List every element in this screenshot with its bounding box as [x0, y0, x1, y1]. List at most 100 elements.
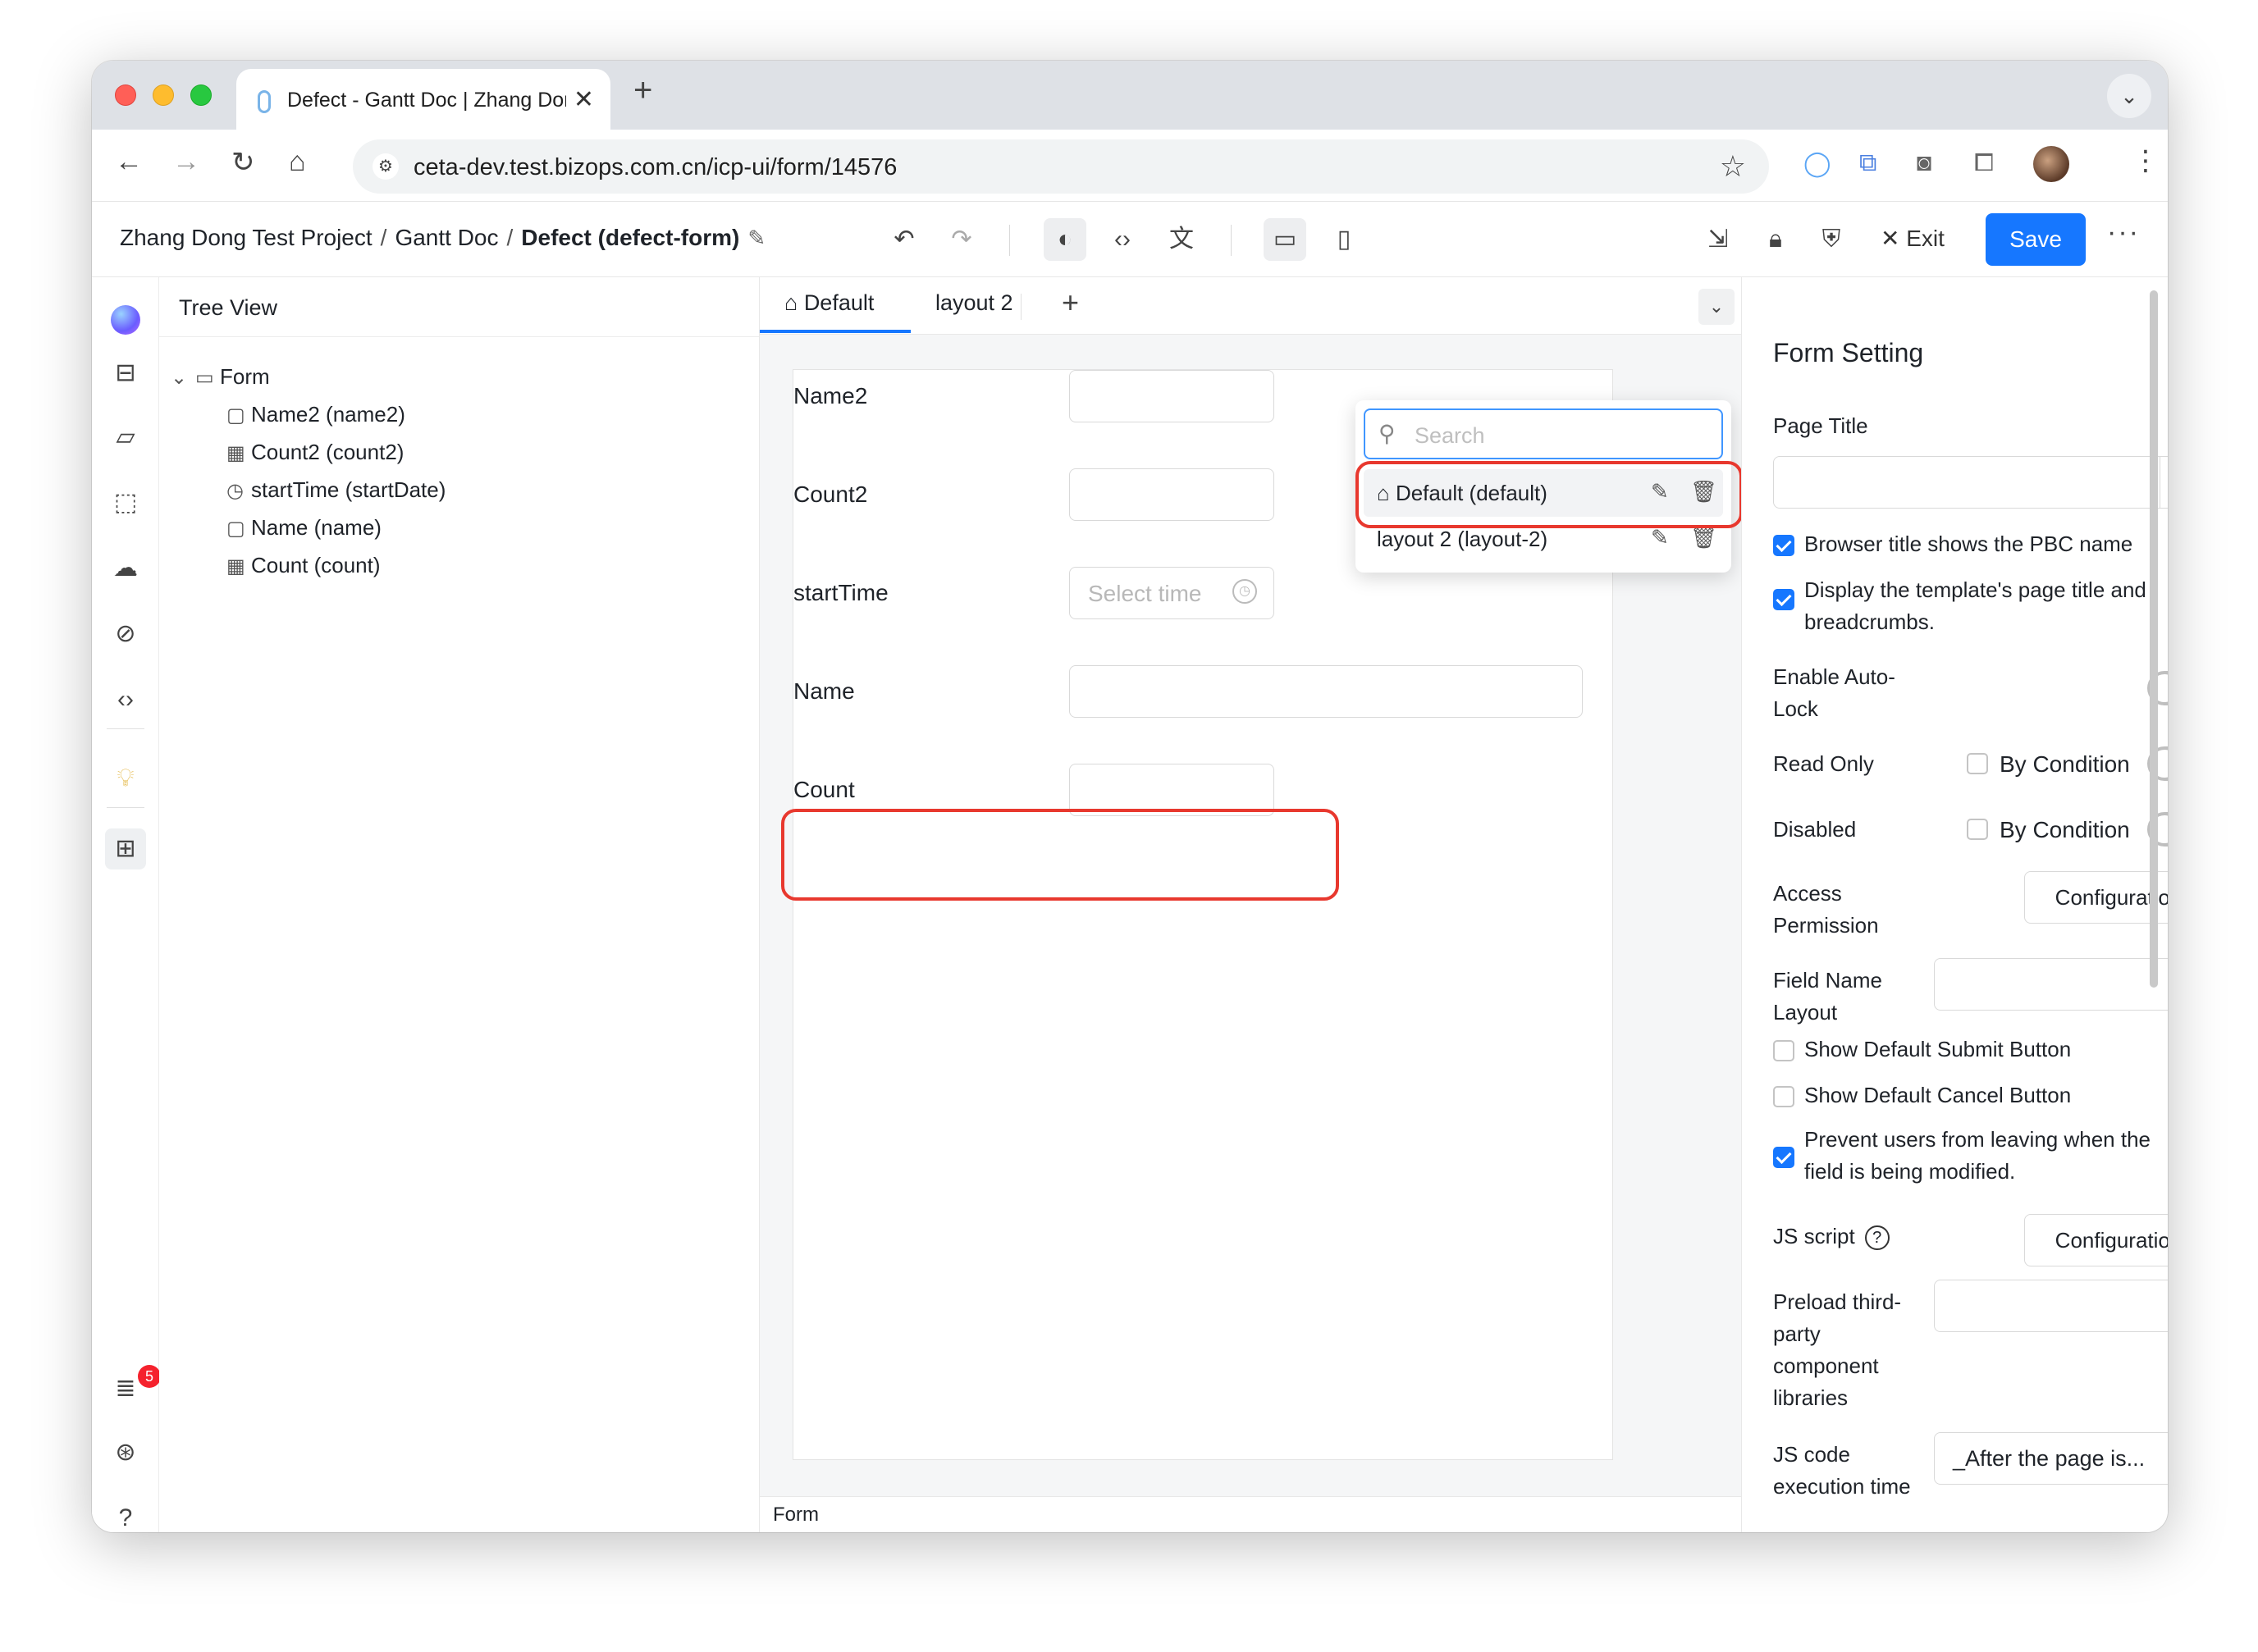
edit-pencil-icon[interactable]: ✎ [747, 226, 766, 250]
maximize-window-button[interactable] [190, 84, 212, 106]
show-cancel-checkbox[interactable] [1773, 1086, 1794, 1107]
exit-button[interactable]: ✕ Exit [1881, 225, 1945, 252]
close-window-button[interactable] [115, 84, 136, 106]
preload-libraries-select[interactable]: ⌄ [1934, 1280, 2168, 1332]
site-settings-icon[interactable]: ⚙ [373, 153, 399, 180]
js-script-configuration-button[interactable]: Configuration [2024, 1214, 2168, 1266]
selection-icon[interactable]: ⬚ [105, 482, 146, 523]
prevent-leave-label: Prevent users from leaving when the field… [1804, 1127, 2151, 1184]
globe-icon[interactable]: ⊕ [2160, 457, 2168, 508]
reload-icon[interactable]: ↻ [231, 146, 255, 179]
count2-input[interactable] [1069, 468, 1274, 521]
address-bar[interactable]: ⚙ ceta-dev.test.bizops.com.cn/icp-ui/for… [353, 139, 1769, 194]
field-label: Name2 [793, 383, 868, 408]
bookmark-star-icon[interactable]: ☆ [1720, 149, 1746, 184]
mobile-view-icon[interactable]: ▯ [1323, 218, 1365, 261]
starttime-picker[interactable]: Select time ◷ [1069, 567, 1274, 619]
layout-search-input[interactable]: ⚲ Search [1364, 408, 1723, 459]
back-icon[interactable]: ← [115, 146, 143, 178]
desktop-view-icon[interactable]: ▭ [1264, 218, 1306, 261]
minimize-window-button[interactable] [153, 84, 174, 106]
database-icon[interactable]: ≣ 5 [105, 1365, 161, 1409]
breadcrumb-project[interactable]: Zhang Dong Test Project [120, 225, 373, 250]
read-only-label: Read Only [1773, 751, 1874, 776]
tab-search-chevron-icon[interactable]: ⌄ [2107, 74, 2151, 118]
home-icon[interactable]: ⌂ [289, 146, 306, 178]
profile-avatar[interactable] [2033, 146, 2069, 182]
browser-toolbar: ← → ↻ ⌂ ⚙ ceta-dev.test.bizops.com.cn/ic… [92, 130, 2168, 202]
js-exec-time-label: JS code execution time [1773, 1442, 1911, 1499]
translate-extension-icon[interactable]: ⧉ [1859, 149, 1876, 177]
new-tab-icon[interactable]: + [633, 72, 652, 109]
theme-palette-icon[interactable]: ◐ [1044, 218, 1086, 261]
shield-icon[interactable]: ⛨ [1810, 218, 1853, 261]
name-input[interactable] [1069, 665, 1583, 718]
lock-icon[interactable]: 🔒︎ [1754, 218, 1797, 261]
layout-option-label: layout 2 (layout-2) [1377, 527, 1548, 551]
display-template-checkbox[interactable] [1773, 589, 1794, 610]
breadcrumb-doc[interactable]: Gantt Doc [395, 225, 498, 250]
disabled-condition-checkbox[interactable] [1967, 819, 1988, 840]
status-path[interactable]: Form [773, 1504, 819, 1527]
folder-icon[interactable]: ▱ [105, 417, 146, 458]
settings-title: Form Setting [1773, 338, 1924, 367]
tab-layout-2[interactable]: layout 2 [935, 290, 1013, 316]
extension-circle-icon[interactable]: ◯ [1803, 149, 1831, 178]
tree-view-title: Tree View [179, 295, 278, 320]
tree-node-count2[interactable]: ▦ Count2 (count2) [226, 440, 404, 465]
read-only-condition-checkbox[interactable] [1967, 753, 1988, 774]
briefcase-icon[interactable]: ⊟ [105, 353, 146, 394]
tree-node-label: Name (name) [251, 515, 382, 540]
settings-scrollbar[interactable] [2150, 290, 2158, 988]
add-tab-icon[interactable]: + [1062, 285, 1079, 320]
close-tab-icon[interactable]: ✕ [574, 85, 594, 114]
by-condition-label: By Condition [2000, 751, 2130, 777]
hidden-eye-icon[interactable]: ⊘ [105, 614, 146, 655]
forward-icon[interactable]: → [172, 146, 200, 178]
js-exec-time-select[interactable]: _After the page is... ⌄ [1934, 1432, 2168, 1485]
ai-orb-icon[interactable] [111, 305, 140, 335]
browser-menu-icon[interactable]: ⋮ [2132, 144, 2160, 177]
help-icon[interactable]: ? [105, 1498, 146, 1532]
tree-structure-icon[interactable]: ⊞ [105, 828, 146, 869]
cloud-icon[interactable]: ☁ [105, 548, 146, 589]
tree-node-form[interactable]: ⌄ ▭ Form [171, 364, 270, 390]
tabs-dropdown-chevron-icon[interactable]: ⌄ [1698, 289, 1735, 325]
tree-node-name[interactable]: ▢ Name (name) [226, 515, 382, 541]
trash-icon[interactable]: 🗑︎ [1690, 525, 1717, 550]
url-text[interactable]: ceta-dev.test.bizops.com.cn/icp-ui/form/… [414, 154, 897, 181]
browser-tabstrip: Defect - Gantt Doc | Zhang Dong ✕ + ⌄ [92, 61, 2168, 130]
more-icon[interactable]: ··· [2107, 217, 2140, 249]
by-condition-label: By Condition [2000, 817, 2130, 842]
field-label: Name [793, 678, 855, 704]
show-submit-checkbox[interactable] [1773, 1040, 1794, 1061]
help-circle-icon[interactable]: ? [1864, 1225, 1890, 1251]
prevent-leave-checkbox[interactable] [1773, 1147, 1794, 1168]
save-button[interactable]: Save [1986, 213, 2086, 266]
browser-title-checkbox[interactable] [1773, 535, 1794, 556]
extensions-puzzle-icon[interactable]: ⧠ [1974, 149, 1994, 177]
name2-input[interactable] [1069, 370, 1274, 422]
tree-node-starttime[interactable]: ◷ startTime (startDate) [226, 477, 446, 503]
check-search-icon[interactable]: ⊛ [105, 1432, 146, 1473]
edit-pencil-icon[interactable]: ✎ [1651, 525, 1669, 550]
breadcrumb-current: Defect (defect-form) [521, 225, 740, 250]
tab-default[interactable]: ⌂ Default [784, 290, 874, 316]
chevron-down-icon[interactable]: ⌄ [171, 366, 195, 390]
camera-extension-icon[interactable]: ◙ [1917, 149, 1931, 177]
code-icon[interactable]: ‹› [1101, 218, 1144, 261]
field-name-layout-select[interactable]: ⌄ [1934, 958, 2168, 1011]
undo-icon[interactable]: ↶ [883, 218, 926, 261]
access-permission-label: Access Permission [1773, 881, 1879, 938]
field-label: Count [793, 777, 855, 802]
translate-icon[interactable]: 文 [1160, 218, 1203, 261]
browser-tab[interactable]: Defect - Gantt Doc | Zhang Dong ✕ [236, 69, 610, 130]
code-brackets-icon[interactable]: ‹› [105, 679, 146, 720]
tree-node-count[interactable]: ▦ Count (count) [226, 553, 381, 578]
merge-icon[interactable]: ⇲ [1697, 218, 1739, 261]
tree-node-name2[interactable]: ▢ Name2 (name2) [226, 402, 405, 427]
redo-icon[interactable]: ↷ [940, 218, 983, 261]
access-configuration-button[interactable]: Configuration [2024, 871, 2168, 924]
lightbulb-icon[interactable]: 💡︎ [105, 758, 146, 799]
page-title-input[interactable]: ⊕ [1773, 456, 2168, 509]
